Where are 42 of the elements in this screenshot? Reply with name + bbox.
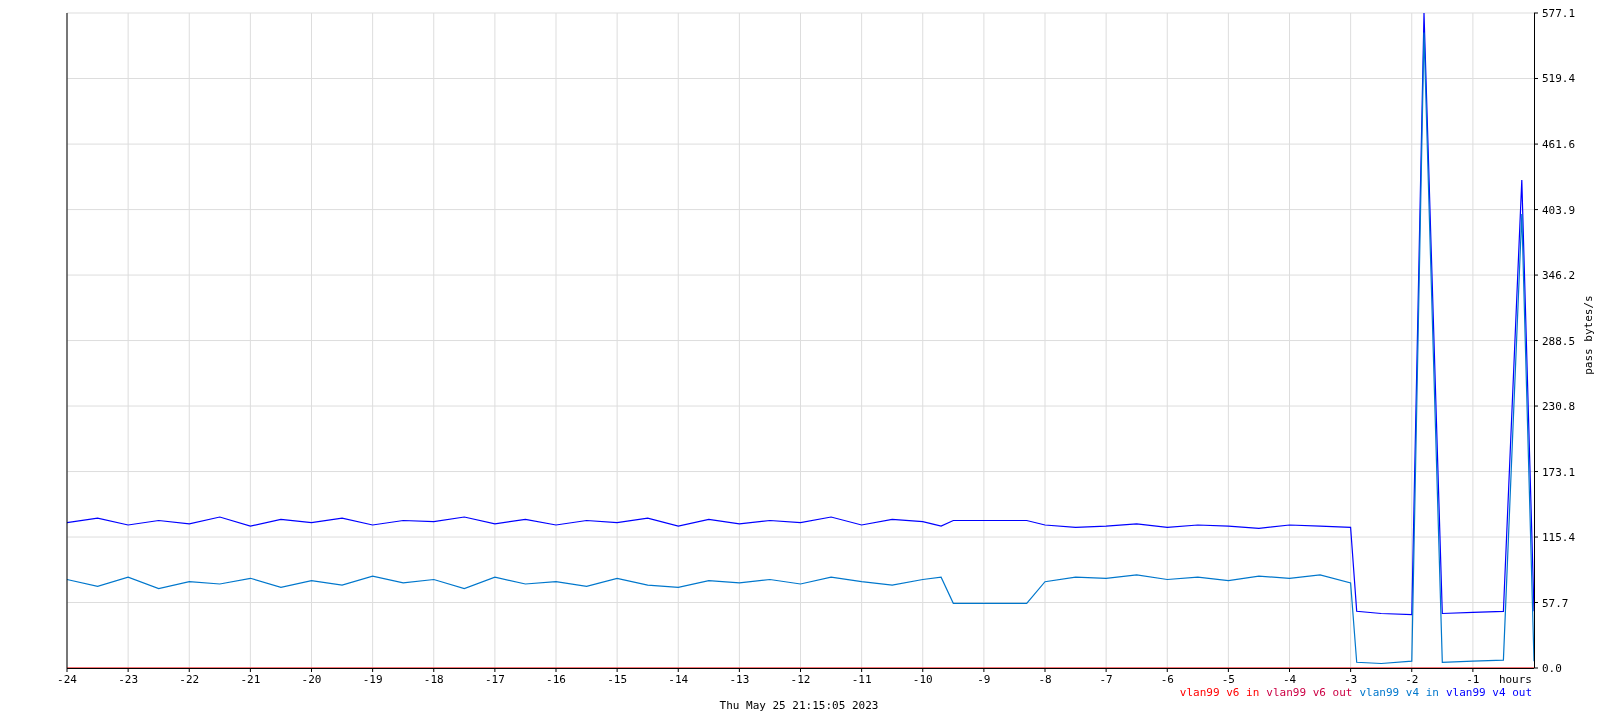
axis-tick-label: -4 [1282,673,1297,686]
axis-tick-label: 115.4 [1542,531,1576,544]
axis-tick-label: -18 [423,673,444,686]
axis-tick-label: -8 [1038,673,1052,686]
axis-tick-label: -13 [729,673,750,686]
axis-tick-label: 230.8 [1542,400,1576,414]
axis-tick-label: 461.6 [1542,138,1576,152]
axis-title: hours [1498,673,1532,686]
legend-label: vlan99 v6 out [1266,686,1353,699]
axis-tick-label: -19 [362,673,383,686]
axis-tick-label: -23 [118,673,139,686]
axis-tick-label: -7 [1099,673,1113,686]
axis-tick-label: -14 [668,673,689,686]
axis-tick-label: -9 [977,673,991,686]
axis-tick-label: -2 [1405,673,1419,686]
axis-tick-label: -16 [546,673,566,686]
axis-tick-label: 346.2 [1542,269,1576,283]
legend-label: vlan99 v4 in [1359,686,1439,699]
axis-tick-label: -12 [790,673,811,686]
legend-label: vlan99 v4 out [1445,686,1532,699]
axis-tick-label: -22 [179,673,200,686]
axis-tick-label: -17 [484,673,505,686]
axis-tick-label: 288.5 [1542,334,1576,348]
axis-tick-label: -1 [1466,673,1480,686]
axis-tick-label: 173.1 [1542,465,1576,479]
axis-tick-label: 577.1 [1542,7,1576,20]
axis-tick-label: -6 [1160,673,1174,686]
axis-tick-label: -5 [1221,673,1235,686]
axis-tick-label: -24 [57,673,77,686]
axis-tick-label: -3 [1344,673,1358,686]
axis-tick-label: -20 [301,673,322,686]
timestamp: Thu May 25 21:15:05 2023 [719,699,879,712]
axis-tick-label: -11 [851,673,872,686]
axis-title: pass bytes/s [1582,295,1595,375]
axis-tick-label: 57.7 [1542,596,1569,610]
axis-tick-label: 403.9 [1542,203,1576,217]
axis-tick-label: -21 [240,673,261,686]
axis-tick-label: 0.0 [1542,662,1562,675]
axis-tick-label: -10 [912,673,933,686]
axis-tick-label: -15 [607,673,628,686]
axis-tick-label: 519.4 [1542,72,1576,86]
legend-label: vlan99 v6 in [1179,686,1260,699]
